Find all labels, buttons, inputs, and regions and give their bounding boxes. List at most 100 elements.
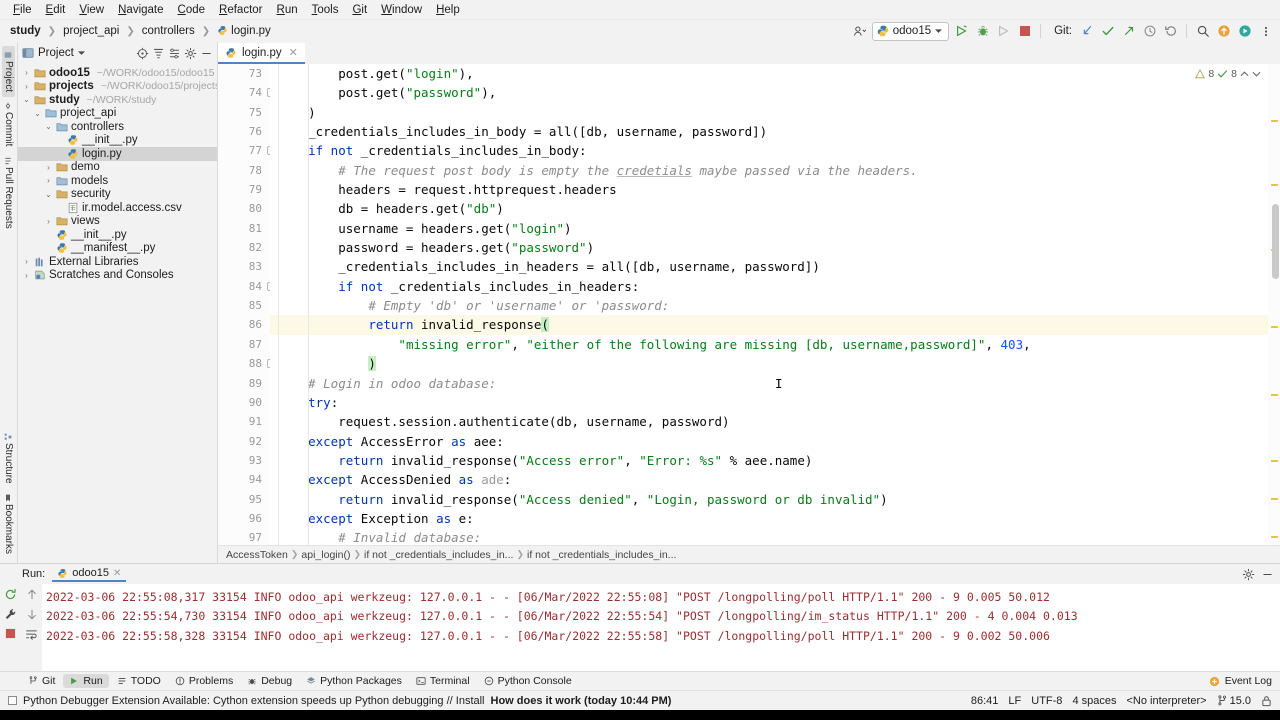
settings-wrench-icon[interactable]	[4, 608, 17, 621]
code-line[interactable]: # The request post body is empty the cre…	[270, 161, 1268, 180]
caret-position[interactable]: 86:41	[971, 695, 999, 707]
breadcrumb-item-study[interactable]: study	[6, 24, 45, 38]
tree-item-scratches-and-consoles[interactable]: › Scratches and Consoles	[18, 269, 217, 283]
more-options-icon[interactable]	[1257, 23, 1274, 40]
line-number[interactable]: 83	[218, 257, 270, 276]
menu-item-file[interactable]: File	[6, 2, 39, 18]
tree-item-study[interactable]: ⌄ study ~/WORK/study	[18, 93, 217, 107]
tree-item---init---py[interactable]: __init__.py	[18, 228, 217, 242]
expand-all-icon[interactable]	[152, 47, 165, 60]
file-encoding[interactable]: UTF-8	[1031, 695, 1062, 707]
tree-item-odoo15[interactable]: › odoo15 ~/WORK/odoo15/odoo15	[18, 66, 217, 80]
tree-expand-arrow[interactable]: ›	[44, 163, 53, 172]
tool-strip-tab-commit[interactable]: Commit	[2, 97, 15, 151]
line-number[interactable]: 86	[218, 315, 270, 334]
run-anything-icon[interactable]	[1236, 23, 1253, 40]
tree-item-external-libraries[interactable]: › External Libraries	[18, 255, 217, 269]
inspection-widget[interactable]: 8 8	[1192, 67, 1264, 81]
line-number[interactable]: 97	[218, 528, 270, 545]
hide-panel-icon[interactable]	[1261, 568, 1274, 581]
tool-window-button-todo[interactable]: TODO	[111, 674, 167, 688]
structure-breadcrumb-item[interactable]: AccessToken	[226, 549, 288, 561]
stop-button[interactable]	[1016, 23, 1033, 40]
structure-breadcrumb-item[interactable]: if not _credentials_includes_in...	[364, 549, 513, 561]
menu-item-refactor[interactable]: Refactor	[212, 2, 269, 18]
tree-expand-arrow[interactable]: ›	[22, 257, 31, 266]
code-line[interactable]: except AccessError as aee:	[270, 432, 1268, 451]
scroll-down-icon[interactable]	[26, 608, 38, 621]
tool-strip-tab-project[interactable]: Project	[2, 46, 15, 98]
code-line[interactable]: post.get("login"),	[270, 64, 1268, 83]
chevron-down-icon[interactable]	[1252, 71, 1261, 77]
line-number[interactable]: 93	[218, 451, 270, 470]
tool-strip-tab-pull-requests[interactable]: Pull Requests	[2, 152, 15, 234]
line-number[interactable]: 82	[218, 238, 270, 257]
code-line[interactable]: # Empty 'db' or 'username' or 'password:	[270, 296, 1268, 315]
tree-expand-arrow[interactable]: ›	[22, 68, 31, 77]
notification-checkbox[interactable]	[8, 696, 17, 705]
tree-expand-arrow[interactable]: ›	[44, 217, 53, 226]
code-line[interactable]: except Exception as e:	[270, 509, 1268, 528]
code-line[interactable]: request.session.authenticate(db, usernam…	[270, 412, 1268, 431]
menu-item-navigate[interactable]: Navigate	[111, 2, 170, 18]
debug-button[interactable]	[974, 23, 991, 40]
rerun-icon[interactable]	[4, 588, 17, 601]
line-number[interactable]: 80	[218, 199, 270, 218]
line-number[interactable]: 94	[218, 470, 270, 489]
tree-expand-arrow[interactable]: ›	[22, 271, 31, 280]
line-number[interactable]: 79	[218, 180, 270, 199]
code-line[interactable]: return invalid_response(	[270, 315, 1268, 335]
tree-item-demo[interactable]: › demo	[18, 161, 217, 175]
scroll-from-source-icon[interactable]	[136, 47, 149, 60]
tree-item-controllers[interactable]: ⌄ controllers	[18, 120, 217, 134]
tree-item-project-api[interactable]: ⌄ project_api	[18, 107, 217, 121]
menu-item-tools[interactable]: Tools	[305, 2, 346, 18]
run-button[interactable]	[953, 23, 970, 40]
code-line[interactable]: db = headers.get("db")	[270, 199, 1268, 218]
code-line[interactable]: if not _credentials_includes_in_body:	[270, 141, 1268, 160]
breadcrumb-item-login-py[interactable]: login.py	[213, 24, 275, 38]
gear-icon[interactable]	[184, 47, 197, 60]
line-number[interactable]: 77⌄	[218, 141, 276, 160]
event-log-label[interactable]: Event Log	[1225, 675, 1272, 687]
tool-window-button-git[interactable]: Git	[22, 674, 61, 688]
tool-window-button-terminal[interactable]: Terminal	[410, 674, 476, 688]
menu-item-window[interactable]: Window	[374, 2, 429, 18]
code-line[interactable]: password = headers.get("password")	[270, 238, 1268, 257]
update-available-icon[interactable]	[1215, 23, 1232, 40]
line-number[interactable]: 95	[218, 490, 270, 509]
menu-item-view[interactable]: View	[72, 2, 111, 18]
code-content[interactable]: post.get("login"), post.get("password"),…	[270, 64, 1268, 545]
code-line[interactable]: _credentials_includes_in_body = all([db,…	[270, 122, 1268, 141]
line-number[interactable]: 90	[218, 393, 270, 412]
git-history-icon[interactable]	[1141, 23, 1158, 40]
search-icon[interactable]	[1194, 23, 1211, 40]
scroll-up-icon[interactable]	[26, 588, 38, 601]
collapse-all-icon[interactable]	[168, 47, 181, 60]
gear-icon[interactable]	[1242, 568, 1255, 581]
tree-item-models[interactable]: › models	[18, 174, 217, 188]
line-number[interactable]: 73	[218, 64, 270, 83]
git-update-icon[interactable]	[1078, 23, 1095, 40]
marker-gutter[interactable]	[1268, 64, 1280, 545]
lock-icon[interactable]	[1261, 695, 1272, 707]
run-tab-odoo15[interactable]: odoo15 ✕	[52, 566, 127, 582]
breadcrumb-item-project-api[interactable]: project_api	[59, 24, 123, 38]
line-number[interactable]: 78	[218, 161, 270, 180]
stop-icon[interactable]	[5, 628, 16, 639]
tool-strip-tab-structure[interactable]: Structure	[2, 428, 15, 489]
line-number[interactable]: 85	[218, 296, 270, 315]
code-line[interactable]: )	[270, 103, 1268, 122]
code-line[interactable]: return invalid_response("Access denied",…	[270, 490, 1268, 509]
tree-item-security[interactable]: ⌄ security	[18, 188, 217, 202]
close-icon[interactable]: ✕	[113, 568, 121, 579]
tool-window-button-run[interactable]: Run	[63, 674, 109, 688]
tool-window-button-problems[interactable]: Problems	[169, 674, 239, 688]
tool-window-button-python-console[interactable]: Python Console	[478, 674, 578, 688]
structure-breadcrumb-item[interactable]: if not _credentials_includes_in...	[527, 549, 676, 561]
tree-item-login-py[interactable]: login.py	[18, 147, 217, 161]
tree-item---manifest---py[interactable]: __manifest__.py	[18, 242, 217, 256]
tool-strip-tab-bookmarks[interactable]: Bookmarks	[2, 489, 15, 559]
line-number[interactable]: 87	[218, 335, 270, 354]
tree-item-ir-model-access-csv[interactable]: ir.model.access.csv	[18, 201, 217, 215]
